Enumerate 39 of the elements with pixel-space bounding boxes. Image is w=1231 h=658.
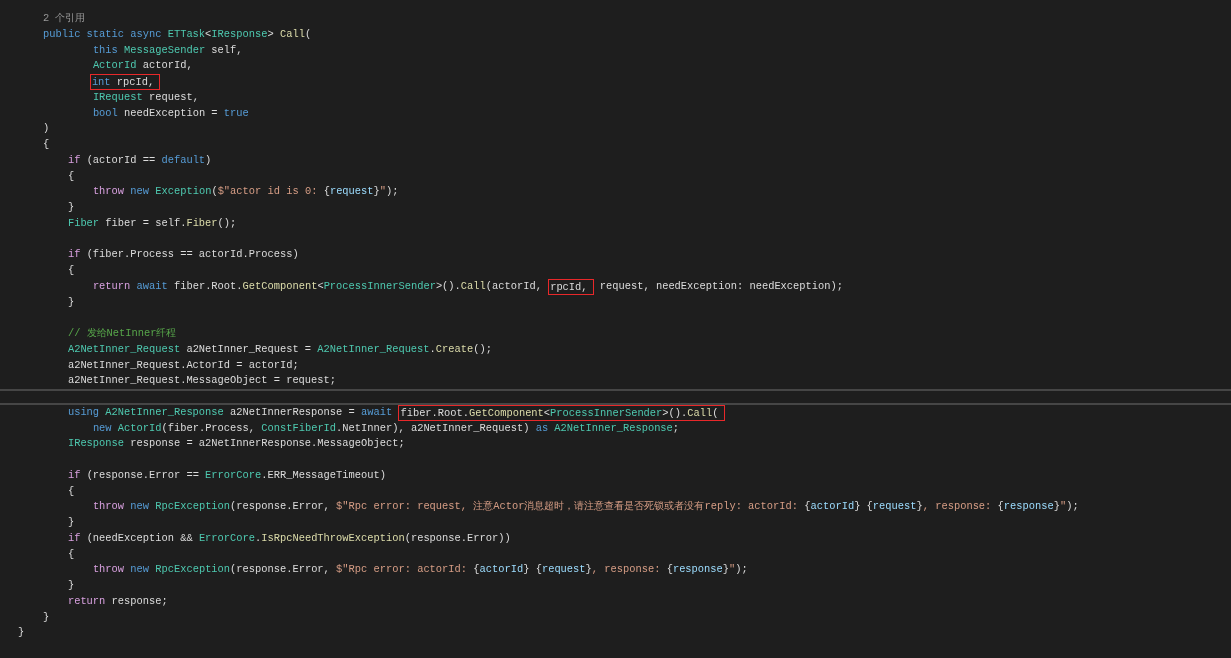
- code-text: if (needException && ErrorCore.IsRpcNeedThrowException(response.Error)): [67, 530, 511, 546]
- highlighted-code: fiber.Root.GetComponent<ProcessInnerSender>().Call(: [398, 404, 725, 421]
- code-text: IResponse response = a2NetInnerResponse.MessageObject;: [67, 436, 405, 452]
- code-text: }: [67, 515, 75, 530]
- code-text: return await fiber.Root.GetComponent<ProcessInnerSender>().Call(actorId,: [92, 278, 542, 294]
- code-text: Fiber fiber = self.Fiber();: [67, 215, 237, 231]
- code-text: }: [18, 625, 25, 641]
- code-text: return response;: [67, 593, 168, 609]
- code-text: ActorId actorId,: [92, 58, 193, 74]
- code-text: using A2NetInner_Response a2NetInnerResponse = await: [67, 404, 393, 420]
- code-text: a2NetInner_Request.ActorId = actorId;: [67, 357, 299, 373]
- reference-count-link[interactable]: 2 个引用: [42, 11, 86, 27]
- code-text: if (response.Error == ErrorCore.ERR_MessageTimeout): [67, 467, 386, 483]
- code-text: throw new Exception($"actor id is 0: {request}");: [92, 184, 399, 200]
- code-text: }: [67, 578, 75, 593]
- code-text: {: [67, 546, 75, 562]
- code-text: }: [67, 200, 75, 215]
- code-text: bool needException = true: [92, 105, 249, 121]
- code-text: }: [42, 609, 50, 625]
- code-text: a2NetInner_Request.MessageObject = request;: [67, 373, 337, 389]
- code-text: if (fiber.Process == actorId.Process): [67, 247, 299, 263]
- code-text: }: [67, 294, 75, 310]
- code-text: ): [42, 121, 50, 137]
- highlighted-code: int rpcId,: [89, 73, 161, 90]
- code-text: this MessageSender self,: [92, 42, 243, 58]
- code-text: IRequest request,: [92, 89, 199, 105]
- code-text: throw new RpcException(response.Error, $"Rpc error: request, 注意Actor消息超时，请注意查看是否死锁或者没有reply: actorId: {actorId} {request}, response: {response}");: [92, 499, 1079, 515]
- code-text: A2NetInner_Request a2NetInner_Request = A2NetInner_Request.Create();: [67, 341, 492, 357]
- code-text: public static async ETTask<IResponse> Call(: [42, 26, 312, 42]
- code-text: {: [67, 168, 75, 184]
- code-text: {: [67, 483, 75, 499]
- code-text: if (actorId == default): [67, 152, 212, 168]
- highlighted-code: rpcId,: [548, 278, 594, 295]
- code-text: throw new RpcException(response.Error, $"Rpc error: actorId: {actorId} {request}, response: {response}");: [92, 562, 748, 578]
- code-text: request, needException: needException);: [599, 278, 843, 294]
- code-text: {: [67, 263, 75, 278]
- code-text: // 发给NetInner纤程: [67, 326, 177, 341]
- code-text: {: [42, 137, 50, 152]
- code-text: new ActorId(fiber.Process, ConstFiberId.NetInner), a2NetInner_Request) as A2NetInner_Response;: [92, 420, 680, 436]
